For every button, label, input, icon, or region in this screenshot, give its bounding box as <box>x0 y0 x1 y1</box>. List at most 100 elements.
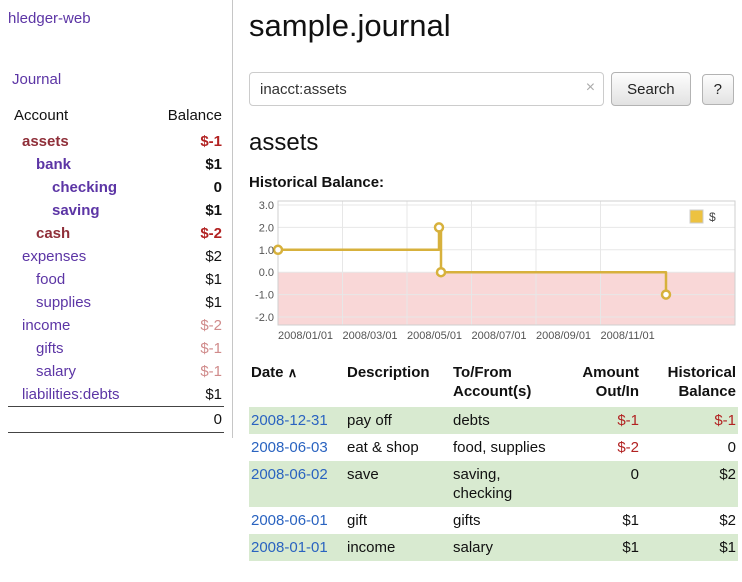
account-row-income: income $-2 <box>8 314 224 337</box>
register-header-amount: Amount Out/In <box>561 361 641 407</box>
register-row: 2008-01-01 income salary $1 $1 <box>249 534 738 561</box>
transaction-accounts: saving, checking <box>451 461 561 507</box>
transaction-date-link[interactable]: 2008-06-03 <box>251 439 328 456</box>
svg-text:0.0: 0.0 <box>259 267 274 279</box>
account-balance-gifts: $-1 <box>147 337 224 360</box>
account-heading: assets <box>249 129 734 157</box>
svg-text:3.0: 3.0 <box>259 200 274 212</box>
app-brand-link[interactable]: hledger-web <box>8 10 224 27</box>
svg-text:2008/05/01: 2008/05/01 <box>407 330 462 342</box>
account-link-bank[interactable]: bank <box>36 156 71 173</box>
chart-y-axis-labels: 3.0 2.0 1.0 0.0 -1.0 -2.0 <box>255 200 274 324</box>
account-link-cash[interactable]: cash <box>36 225 70 242</box>
account-balance-supplies: $1 <box>147 291 224 314</box>
account-row-liabilities: liabilities:debts $1 <box>8 383 224 407</box>
svg-text:-1.0: -1.0 <box>255 290 274 302</box>
account-link-supplies[interactable]: supplies <box>36 294 91 311</box>
transaction-description: income <box>345 534 451 561</box>
account-link-salary[interactable]: salary <box>36 363 76 380</box>
transaction-amount: $-2 <box>561 434 641 461</box>
account-row-salary: salary $-1 <box>8 360 224 383</box>
account-row-bank: bank $1 <box>8 153 224 176</box>
register-row: 2008-06-02 save saving, checking 0 $2 <box>249 461 738 507</box>
sidebar: hledger-web Journal Account Balance asse… <box>0 0 233 438</box>
account-row-food: food $1 <box>8 268 224 291</box>
account-row-expenses: expenses $2 <box>8 245 224 268</box>
register-table: Date ∧ Description To/From Account(s) Am… <box>249 361 738 561</box>
svg-text:1.0: 1.0 <box>259 245 274 257</box>
account-balance-cash: $-2 <box>147 222 224 245</box>
transaction-amount: 0 <box>561 461 641 507</box>
historical-balance-chart: $ 3.0 2.0 1.0 0.0 -1.0 -2.0 2008/01/01 2… <box>249 195 739 347</box>
register-header-description: Description <box>345 361 451 407</box>
register-header-date[interactable]: Date ∧ <box>249 361 345 407</box>
transaction-accounts: debts <box>451 407 561 434</box>
account-row-checking: checking 0 <box>8 176 224 199</box>
sidebar-item-journal[interactable]: Journal <box>12 71 224 88</box>
account-balance-food: $1 <box>147 268 224 291</box>
accounts-table-header-row: Account Balance <box>8 103 224 130</box>
clear-search-icon[interactable]: × <box>586 80 595 96</box>
accounts-header-account: Account <box>8 103 147 130</box>
transaction-balance: 0 <box>641 434 738 461</box>
search-button[interactable]: Search <box>611 72 691 106</box>
account-link-liabilities-debts[interactable]: liabilities:debts <box>22 386 120 403</box>
transaction-balance: $2 <box>641 461 738 507</box>
chart-legend: $ <box>686 206 732 227</box>
chart-x-axis-labels: 2008/01/01 2008/03/01 2008/05/01 2008/07… <box>278 330 655 342</box>
account-link-gifts[interactable]: gifts <box>36 340 64 357</box>
sort-ascending-icon: ∧ <box>288 365 298 380</box>
transaction-amount: $1 <box>561 507 641 534</box>
transaction-date-link[interactable]: 2008-12-31 <box>251 412 328 429</box>
account-link-expenses[interactable]: expenses <box>22 248 86 265</box>
accounts-total-row: 0 <box>8 407 224 433</box>
register-row: 2008-06-03 eat & shop food, supplies $-2… <box>249 434 738 461</box>
transaction-balance: $1 <box>641 534 738 561</box>
account-row-saving: saving $1 <box>8 199 224 222</box>
account-link-income[interactable]: income <box>22 317 70 334</box>
help-button[interactable]: ? <box>702 74 734 105</box>
transaction-accounts: food, supplies <box>451 434 561 461</box>
search-input-wrap: × <box>249 72 604 106</box>
register-row: 2008-06-01 gift gifts $1 $2 <box>249 507 738 534</box>
transaction-balance: $2 <box>641 507 738 534</box>
account-row-assets: assets $-1 <box>8 130 224 153</box>
legend-swatch-icon <box>690 210 703 223</box>
account-balance-salary: $-1 <box>147 360 224 383</box>
account-link-checking[interactable]: checking <box>52 179 117 196</box>
account-row-gifts: gifts $-1 <box>8 337 224 360</box>
svg-text:2008/03/01: 2008/03/01 <box>343 330 398 342</box>
chart-title: Historical Balance: <box>249 174 734 191</box>
transaction-accounts: salary <box>451 534 561 561</box>
account-balance-bank: $1 <box>147 153 224 176</box>
transaction-date-link[interactable]: 2008-01-01 <box>251 539 328 556</box>
transaction-description: eat & shop <box>345 434 451 461</box>
transaction-amount: $-1 <box>561 407 641 434</box>
accounts-total-balance: 0 <box>147 407 224 433</box>
account-row-cash: cash $-2 <box>8 222 224 245</box>
account-balance-expenses: $2 <box>147 245 224 268</box>
account-link-assets[interactable]: assets <box>22 133 69 150</box>
account-balance-saving: $1 <box>147 199 224 222</box>
svg-text:2008/01/01: 2008/01/01 <box>278 330 333 342</box>
account-row-supplies: supplies $1 <box>8 291 224 314</box>
transaction-balance: $-1 <box>641 407 738 434</box>
account-link-saving[interactable]: saving <box>52 202 100 219</box>
search-input[interactable] <box>249 72 604 106</box>
account-balance-checking: 0 <box>147 176 224 199</box>
account-balance-liabilities: $1 <box>147 383 224 407</box>
register-row: 2008-12-31 pay off debts $-1 $-1 <box>249 407 738 434</box>
transaction-description: save <box>345 461 451 507</box>
transaction-accounts: gifts <box>451 507 561 534</box>
svg-text:2008/11/01: 2008/11/01 <box>601 330 655 342</box>
account-balance-income: $-2 <box>147 314 224 337</box>
transaction-date-link[interactable]: 2008-06-01 <box>251 512 328 529</box>
transaction-date-link[interactable]: 2008-06-02 <box>251 466 328 483</box>
svg-text:2008/09/01: 2008/09/01 <box>536 330 591 342</box>
svg-text:2.0: 2.0 <box>259 222 274 234</box>
account-balance-assets: $-1 <box>147 130 224 153</box>
account-link-food[interactable]: food <box>36 271 65 288</box>
register-header-row: Date ∧ Description To/From Account(s) Am… <box>249 361 738 407</box>
transaction-amount: $1 <box>561 534 641 561</box>
legend-label: $ <box>709 210 716 224</box>
